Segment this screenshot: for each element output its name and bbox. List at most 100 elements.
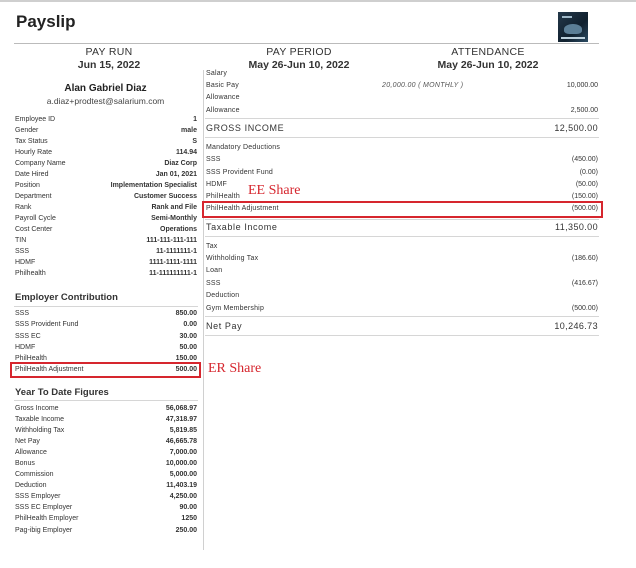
ytd-row: Pag-ibig Employer 250.00 — [15, 527, 197, 538]
ytd-value: 5,819.85 — [169, 427, 197, 434]
taxable-income-value: 11,350.00 — [555, 222, 598, 232]
detail-row: Hourly Rate 114.94 — [15, 149, 197, 160]
detail-row: Department Customer Success — [15, 193, 197, 204]
deduction-row: SSS Provident Fund (0.00) — [206, 169, 598, 181]
detail-value: male — [181, 127, 197, 134]
contribution-label: SSS EC — [15, 333, 41, 340]
section-divider — [14, 400, 198, 401]
detail-label: Philhealth — [15, 270, 46, 277]
ytd-value: 5,000.00 — [169, 471, 197, 478]
ytd-value: 46,665.78 — [165, 438, 197, 445]
ytd-value: 90.00 — [179, 504, 197, 511]
ytd-value: 250.00 — [175, 527, 197, 534]
ee-share-highlight-box — [202, 201, 603, 218]
withholding-tax-row: Withholding Tax (186.60) — [206, 255, 598, 267]
ytd-row: Allowance 7,000.00 — [15, 449, 197, 460]
ytd-label: SSS EC Employer — [15, 504, 73, 511]
allowance-value: 2,500.00 — [570, 107, 598, 114]
gross-income-row: GROSS INCOME 12,500.00 — [206, 123, 598, 135]
withholding-tax-label: Withholding Tax — [206, 255, 259, 262]
detail-value: 111-111-111-111 — [146, 237, 197, 244]
detail-row: Employee ID 1 — [15, 116, 197, 127]
ytd-label: Deduction — [15, 482, 47, 489]
ytd-value: 11,403.19 — [166, 482, 197, 489]
detail-value: Jan 01, 2021 — [155, 171, 197, 178]
detail-label: Department — [15, 193, 52, 200]
deduction-label: HDMF — [206, 181, 228, 188]
basic-pay-memo: 20,000.00 ( MONTHLY ) — [382, 82, 464, 89]
loan-title: Loan — [206, 267, 223, 274]
deduction-label: SSS Provident Fund — [206, 169, 274, 176]
detail-value: 114.94 — [175, 149, 197, 156]
detail-row: Payroll Cycle Semi-Monthly — [15, 215, 197, 226]
ytd-row: Net Pay 46,665.78 — [15, 438, 197, 449]
attendance-block: ATTENDANCE May 26-Jun 10, 2022 — [393, 46, 583, 71]
section-divider — [205, 219, 599, 220]
deduction-row: SSS (450.00) — [206, 156, 598, 168]
contribution-value: 850.00 — [175, 310, 197, 317]
ytd-row: Gross Income 56,068.97 — [15, 405, 197, 416]
ytd-label: Gross Income — [15, 405, 59, 412]
detail-label: TIN — [15, 237, 27, 244]
ytd-value: 1250 — [181, 515, 197, 522]
ytd-title: Year To Date Figures — [15, 387, 109, 398]
mandatory-deductions-header: Mandatory Deductions — [206, 144, 598, 156]
salary-label: Salary — [206, 70, 228, 77]
detail-row: Rank Rank and File — [15, 204, 197, 215]
gross-income-label: GROSS INCOME — [206, 123, 285, 133]
employer-contribution-title: Employer Contribution — [15, 292, 118, 303]
deduction-label: PhilHealth — [206, 193, 240, 200]
detail-label: Tax Status — [15, 138, 48, 145]
basic-pay-label: Basic Pay — [206, 82, 239, 89]
top-border — [0, 0, 636, 2]
detail-label: Rank — [15, 204, 32, 211]
ytd-row: PhilHealth Employer 1250 — [15, 515, 197, 526]
detail-value: Rank and File — [151, 204, 197, 211]
ytd-label: Net Pay — [15, 438, 40, 445]
tax-header: Tax — [206, 243, 598, 255]
pay-run-label: PAY RUN — [85, 46, 133, 58]
ytd-row: SSS Employer 4,250.00 — [15, 493, 197, 504]
pay-run-value: Jun 15, 2022 — [77, 59, 141, 71]
detail-value: Semi-Monthly — [151, 215, 197, 222]
header-divider — [14, 43, 599, 44]
detail-row: HDMF 1111-1111-1111 — [15, 259, 197, 270]
detail-value: S — [192, 138, 197, 145]
contribution-value: 0.00 — [183, 321, 197, 328]
detail-label: Company Name — [15, 160, 66, 167]
page-title: Payslip — [16, 12, 76, 31]
detail-label: HDMF — [15, 259, 36, 266]
ytd-label: Bonus — [15, 460, 35, 467]
deduction-value: (50.00) — [575, 181, 598, 188]
section-divider — [205, 118, 599, 119]
contribution-row: SSS Provident Fund 0.00 — [15, 321, 197, 332]
section-divider — [205, 137, 599, 138]
ytd-row: Deduction 11,403.19 — [15, 482, 197, 493]
detail-label: Employee ID — [15, 116, 56, 123]
contribution-value: 30.00 — [179, 333, 197, 340]
contribution-label: PhilHealth — [15, 355, 47, 362]
ytd-label: PhilHealth Employer — [15, 515, 79, 522]
detail-value: 1 — [193, 116, 197, 123]
pay-period-block: PAY PERIOD May 26-Jun 10, 2022 — [204, 46, 394, 71]
contribution-label: HDMF — [15, 344, 36, 351]
contribution-value: 150.00 — [175, 355, 197, 362]
contribution-row: SSS EC 30.00 — [15, 333, 197, 344]
detail-value: 1111-1111-1111 — [149, 259, 197, 266]
detail-label: Date Hired — [15, 171, 49, 178]
pay-run-block: PAY RUN Jun 15, 2022 — [14, 46, 204, 71]
gym-label: Gym Membership — [206, 305, 265, 312]
ytd-label: Allowance — [15, 449, 47, 456]
section-divider — [205, 335, 599, 336]
ytd-label: Pag-ibig Employer — [15, 527, 73, 534]
detail-row: Philhealth 11-111111111-1 — [15, 270, 197, 281]
ytd-label: Commission — [15, 471, 54, 478]
basic-pay-row: Basic Pay 20,000.00 ( MONTHLY ) 10,000.00 — [206, 82, 598, 94]
section-divider — [205, 236, 599, 237]
ytd-row: Taxable Income 47,318.97 — [15, 416, 197, 427]
ytd-value: 10,000.00 — [165, 460, 197, 467]
net-pay-value: 10,246.73 — [554, 321, 598, 331]
ytd-label: Taxable Income — [15, 416, 65, 423]
ytd-row: Bonus 10,000.00 — [15, 460, 197, 471]
contribution-label: SSS Provident Fund — [15, 321, 79, 328]
